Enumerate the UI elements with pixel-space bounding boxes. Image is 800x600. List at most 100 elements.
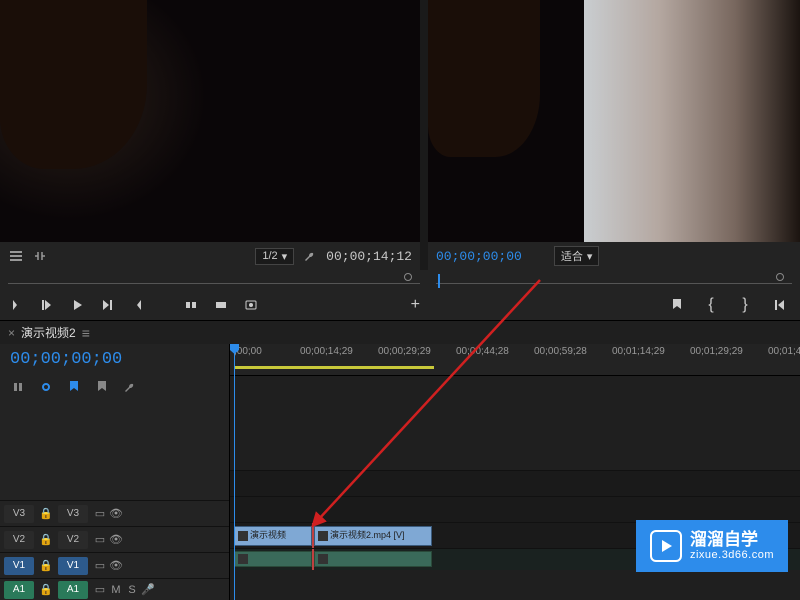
audio-clip[interactable] [314, 551, 432, 567]
ruler-label: 00;00;14;29 [300, 346, 353, 357]
track-source-v2[interactable]: V2 [4, 531, 34, 549]
timeline-tools [0, 375, 229, 403]
track-head-v1[interactable]: V1 🔒 V1 ▭ 👁 [0, 552, 229, 578]
mini-ruler-row [0, 270, 800, 290]
ruler-label: 00;00;29;29 [378, 346, 431, 357]
resolution-label: 1/2 [262, 250, 277, 262]
export-frame-icon[interactable] [242, 296, 260, 314]
track-source-v3[interactable]: V3 [4, 505, 34, 523]
playhead[interactable] [234, 344, 235, 600]
play-icon[interactable] [68, 296, 86, 314]
lock-icon[interactable]: 🔒 [38, 583, 54, 596]
eye-icon[interactable]: 👁 [108, 533, 124, 546]
program-controls: 00;00;00;00 适合 ▾ [428, 242, 800, 270]
edit-point[interactable] [312, 523, 314, 548]
fit-label: 适合 [561, 248, 583, 264]
track-headers: V3 🔒 V3 ▭ 👁 V2 🔒 V2 ▭ 👁 V1 🔒 V1 ▭ 👁 [0, 500, 229, 600]
timeline-tab-bar: × 演示视频2 ≡ [0, 320, 800, 344]
transport-row: + { } [0, 290, 800, 320]
program-mini-ruler[interactable] [428, 270, 800, 290]
add-marker-icon[interactable] [66, 379, 82, 395]
mark-in-icon[interactable] [8, 296, 26, 314]
sync-lock-icon[interactable]: ▭ [92, 507, 108, 520]
close-tab-icon[interactable]: × [8, 326, 15, 340]
watermark-logo-icon [650, 530, 682, 562]
marker-icon[interactable] [668, 296, 686, 314]
lock-icon[interactable]: 🔒 [38, 507, 54, 520]
chevron-down-icon: ▾ [587, 250, 593, 263]
video-clip[interactable]: 演示视频2.mp4 [V] [314, 526, 432, 546]
clip-label: 演示视频2.mp4 [V] [330, 530, 405, 540]
track-row-v2[interactable] [230, 496, 800, 522]
solo-button[interactable]: S [124, 584, 140, 596]
program-monitor[interactable] [428, 0, 800, 242]
sync-lock-icon[interactable]: ▭ [92, 533, 108, 546]
program-preview-image [428, 0, 800, 242]
track-target-v3[interactable]: V3 [58, 505, 88, 523]
resolution-dropdown[interactable]: 1/2 ▾ [255, 248, 294, 265]
list-view-icon[interactable] [8, 248, 24, 264]
trim-icon[interactable] [32, 248, 48, 264]
wrench-icon[interactable] [302, 248, 318, 264]
lock-icon[interactable]: 🔒 [38, 559, 54, 572]
eye-icon[interactable]: 👁 [108, 507, 124, 520]
mute-button[interactable]: M [108, 584, 124, 596]
track-source-v1[interactable]: V1 [4, 557, 34, 575]
timeline-current-time[interactable]: 00;00;00;00 [10, 350, 219, 369]
source-timecode[interactable]: 00;00;14;12 [326, 249, 412, 264]
in-bracket-icon[interactable]: { [702, 296, 720, 314]
track-target-v2[interactable]: V2 [58, 531, 88, 549]
panel-menu-icon[interactable]: ≡ [82, 325, 90, 341]
settings-wrench-icon[interactable] [122, 379, 138, 395]
watermark-title: 溜溜自学 [690, 531, 774, 550]
ruler-label: 00;01;29;29 [690, 346, 743, 357]
chevron-down-icon: ▾ [282, 250, 288, 263]
watermark: 溜溜自学 zixue.3d66.com [636, 520, 788, 572]
preview-row [0, 0, 800, 242]
snap-icon[interactable] [10, 379, 26, 395]
timeline-left-panel: 00;00;00;00 V3 🔒 V3 ▭ 👁 V2 🔒 V2 ▭ 👁 [0, 344, 230, 600]
ruler-label: 00;00;59;28 [534, 346, 587, 357]
track-head-a1[interactable]: A1 🔒 A1 ▭ M S 🎤 [0, 578, 229, 600]
step-forward-icon[interactable] [98, 296, 116, 314]
overwrite-icon[interactable] [212, 296, 230, 314]
video-clip[interactable]: 演示视频 [234, 526, 312, 546]
source-mini-ruler[interactable] [0, 270, 428, 290]
sync-lock-icon[interactable]: ▭ [92, 559, 108, 572]
audio-clip[interactable] [234, 551, 312, 567]
track-head-v3[interactable]: V3 🔒 V3 ▭ 👁 [0, 500, 229, 526]
source-preview-image [0, 0, 420, 242]
mark-out-icon[interactable] [128, 296, 146, 314]
eye-icon[interactable]: 👁 [108, 559, 124, 572]
program-transport: { } [428, 296, 800, 314]
track-row-v3[interactable] [230, 470, 800, 496]
track-target-v1[interactable]: V1 [58, 557, 88, 575]
program-timecode[interactable]: 00;00;00;00 [436, 249, 522, 264]
clip-label: 演示视频 [250, 530, 286, 540]
lock-icon[interactable]: 🔒 [38, 533, 54, 546]
timeline-ruler[interactable]: ;00;00 00;00;14;29 00;00;29;29 00;00;44;… [230, 344, 800, 376]
out-bracket-icon[interactable]: } [736, 296, 754, 314]
add-button-icon[interactable]: + [411, 296, 420, 314]
work-area-bar[interactable] [234, 366, 434, 369]
sync-lock-icon[interactable]: ▭ [92, 583, 108, 596]
source-monitor[interactable] [0, 0, 420, 242]
step-back-icon[interactable] [38, 296, 56, 314]
track-source-a1[interactable]: A1 [4, 581, 34, 599]
watermark-url: zixue.3d66.com [690, 549, 774, 561]
edit-point[interactable] [312, 549, 314, 570]
track-target-a1[interactable]: A1 [58, 581, 88, 599]
source-controls: 1/2 ▾ 00;00;14;12 [0, 242, 420, 270]
voice-over-icon[interactable]: 🎤 [140, 583, 156, 596]
marker-tool-icon[interactable] [94, 379, 110, 395]
go-to-in-icon[interactable] [770, 296, 788, 314]
linked-selection-icon[interactable] [38, 379, 54, 395]
ruler-label: 00;00;44;28 [456, 346, 509, 357]
ruler-label: 00;01;44;28 [768, 346, 800, 357]
insert-icon[interactable] [182, 296, 200, 314]
sequence-title[interactable]: 演示视频2 [21, 324, 76, 341]
fit-dropdown[interactable]: 适合 ▾ [554, 246, 600, 266]
source-transport: + [0, 296, 428, 314]
track-head-v2[interactable]: V2 🔒 V2 ▭ 👁 [0, 526, 229, 552]
ruler-label: 00;01;14;29 [612, 346, 665, 357]
